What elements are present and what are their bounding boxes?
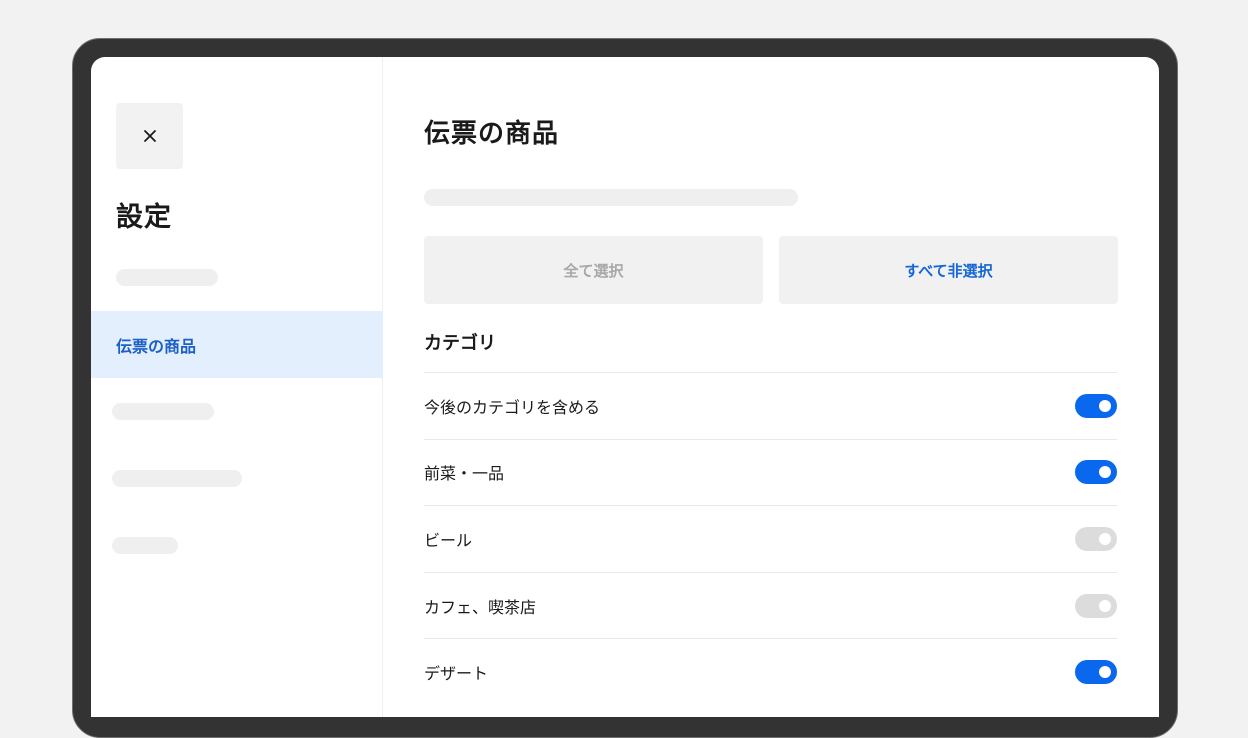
list-item: 前菜・一品 xyxy=(424,438,1117,506)
list-item: デザート xyxy=(424,638,1117,705)
category-toggle[interactable] xyxy=(1075,526,1117,551)
sidebar-item-placeholder xyxy=(116,269,218,286)
section-title: カテゴリ xyxy=(424,333,496,354)
close-icon xyxy=(143,130,156,142)
toggle-knob xyxy=(1099,466,1111,479)
page-title: 伝票の商品 xyxy=(424,119,560,149)
sidebar-item-label: 伝票の商品 xyxy=(116,336,197,356)
description-placeholder xyxy=(424,189,798,206)
sidebar-title: 設定 xyxy=(116,202,172,233)
toggle-knob xyxy=(1099,532,1111,545)
select-all-button[interactable]: 全て選択 xyxy=(424,236,763,304)
category-label: 今後のカテゴリを含める xyxy=(424,397,601,417)
category-toggle[interactable] xyxy=(1075,660,1117,685)
sidebar-item-placeholder xyxy=(112,470,242,487)
close-button[interactable] xyxy=(116,103,183,169)
category-label: 前菜・一品 xyxy=(424,464,505,484)
sidebar-item-active[interactable]: 伝票の商品 xyxy=(91,311,383,378)
screen: 設定 伝票の商品 伝票の商品 全て選択 すべて非選択 カテゴリ 今後のカテゴリを… xyxy=(91,57,1159,717)
sidebar-item-placeholder xyxy=(112,403,214,420)
category-toggle[interactable] xyxy=(1075,393,1117,418)
toggle-knob xyxy=(1099,599,1111,612)
category-label: カフェ、喫茶店 xyxy=(424,597,537,617)
deselect-all-button[interactable]: すべて非選択 xyxy=(779,236,1118,304)
list-item: ビール xyxy=(424,505,1117,572)
list-item: カフェ、喫茶店 xyxy=(424,571,1117,639)
category-list: 今後のカテゴリを含める 前菜・一品 ビール カフェ、喫茶店 デザート xyxy=(424,372,1117,705)
sidebar-item-placeholder xyxy=(112,537,178,554)
deselect-all-label: すべて非選択 xyxy=(904,261,993,280)
category-label: ビール xyxy=(424,530,473,550)
settings-sidebar: 設定 伝票の商品 xyxy=(91,57,383,717)
list-item: 今後のカテゴリを含める xyxy=(424,372,1117,439)
select-all-label: 全て選択 xyxy=(563,261,624,280)
main-panel: 伝票の商品 全て選択 すべて非選択 カテゴリ 今後のカテゴリを含める 前菜・一品… xyxy=(424,57,1118,717)
toggle-knob xyxy=(1099,399,1111,412)
category-label: デザート xyxy=(424,664,489,684)
toggle-knob xyxy=(1099,666,1111,679)
category-toggle[interactable] xyxy=(1075,593,1117,618)
category-toggle[interactable] xyxy=(1075,460,1117,485)
